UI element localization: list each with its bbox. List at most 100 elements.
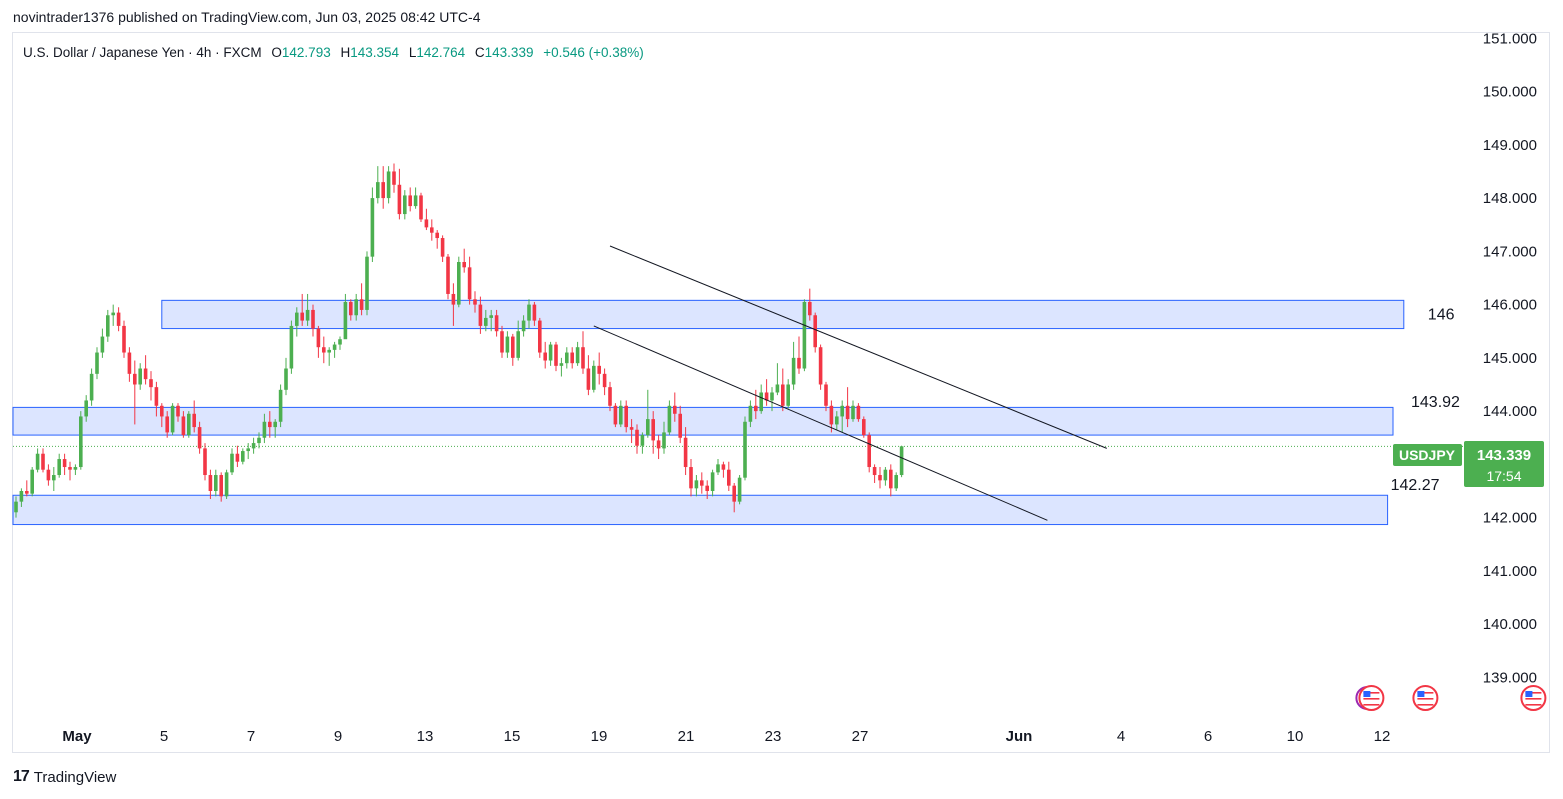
- candle-body: [608, 387, 612, 406]
- flag-stripe: [1417, 701, 1434, 703]
- price-chart[interactable]: 146 143.92 142.27 139.000 140.000 141.000 142…: [0, 0, 1563, 799]
- candle: [764, 379, 769, 406]
- zone-2: [12, 406, 1394, 436]
- candle: [408, 187, 412, 212]
- candle-body: [662, 432, 666, 449]
- candle-body: [143, 368, 148, 380]
- candle: [727, 461, 731, 491]
- candle-body: [203, 448, 207, 476]
- candle: [602, 368, 607, 396]
- candle: [694, 475, 699, 497]
- candle: [235, 445, 240, 468]
- candle: [586, 355, 591, 396]
- candle-body: [359, 299, 364, 310]
- price-tick-label: 147.000: [1483, 243, 1537, 260]
- candle: [419, 192, 423, 223]
- candle-body: [872, 467, 877, 476]
- candle-body: [127, 352, 132, 374]
- candle-body: [889, 469, 893, 489]
- candle-body: [602, 373, 607, 388]
- candle: [322, 336, 326, 364]
- candle-body: [727, 469, 731, 486]
- candle-body: [775, 384, 780, 393]
- candle-body: [25, 491, 29, 494]
- candle: [224, 469, 229, 499]
- candle-body: [106, 315, 110, 337]
- candle: [62, 453, 67, 476]
- candle: [376, 166, 380, 204]
- zone-3: [12, 494, 1389, 526]
- candle: [575, 341, 580, 366]
- price-tick-label: 142.000: [1483, 510, 1537, 527]
- flag-stripe: [1363, 701, 1380, 703]
- candle-body: [802, 301, 807, 369]
- candle-body: [257, 437, 261, 444]
- candle: [203, 443, 207, 481]
- candle-body: [732, 485, 736, 502]
- candle-body: [79, 416, 83, 468]
- candle-body: [878, 475, 882, 481]
- candle: [327, 347, 331, 366]
- candle-body: [187, 413, 191, 436]
- time-tick-label: 9: [334, 728, 342, 745]
- candle: [889, 464, 893, 497]
- candle: [386, 166, 391, 204]
- candle-body: [197, 427, 202, 449]
- candle: [505, 331, 510, 358]
- candle: [440, 235, 445, 262]
- candle: [554, 341, 558, 372]
- trendlines-layer: [593, 245, 1107, 521]
- candle: [737, 475, 742, 505]
- candle-body: [565, 352, 569, 364]
- candle: [170, 403, 175, 436]
- candle: [25, 480, 29, 497]
- candle-body: [397, 184, 402, 215]
- candle-body: [559, 363, 564, 366]
- candle: [138, 363, 142, 390]
- candle: [700, 472, 704, 494]
- candle: [775, 363, 780, 396]
- candle: [413, 187, 418, 209]
- candle-body: [754, 405, 758, 412]
- candle-body: [592, 365, 596, 390]
- tradingview-logo[interactable]: 17 TradingView: [13, 768, 116, 786]
- candle-body: [219, 475, 223, 497]
- candle: [802, 299, 807, 372]
- candle-body: [473, 299, 477, 305]
- candle-body: [116, 312, 121, 326]
- candle-body: [230, 453, 234, 473]
- flag-stripe: [1525, 704, 1542, 706]
- candle-body: [511, 336, 515, 358]
- price-tick-label: 139.000: [1483, 669, 1537, 686]
- price-tag-symbol: USDJPY: [1399, 447, 1456, 463]
- price-tick-label: 141.000: [1483, 563, 1537, 580]
- legend-symbol: U.S. Dollar / Japanese Yen · 4h · FXCM: [23, 45, 262, 60]
- candle-body: [867, 435, 871, 468]
- candle: [446, 254, 450, 300]
- candle-body: [176, 405, 180, 417]
- candle: [872, 464, 877, 484]
- time-tick-label: 13: [417, 728, 434, 745]
- candle-body: [683, 437, 688, 468]
- candle: [457, 256, 461, 308]
- us-flag-event-icon: [1355, 685, 1385, 711]
- candle: [813, 312, 817, 353]
- candle-body: [554, 344, 558, 366]
- candle: [397, 168, 402, 220]
- candle-body: [813, 315, 817, 348]
- candle: [781, 368, 785, 412]
- candle-body: [349, 301, 353, 316]
- candle: [316, 325, 321, 358]
- candle: [500, 325, 504, 358]
- candle: [73, 464, 78, 476]
- candle-body: [322, 347, 326, 353]
- candle: [95, 347, 99, 380]
- candle-body: [154, 387, 159, 406]
- candle-body: [597, 365, 601, 374]
- candle: [106, 309, 110, 342]
- candle-body: [538, 320, 542, 353]
- candle-body: [651, 419, 655, 441]
- candle-body: [494, 315, 499, 332]
- candle: [548, 341, 553, 366]
- price-tick-label: 150.000: [1483, 84, 1537, 101]
